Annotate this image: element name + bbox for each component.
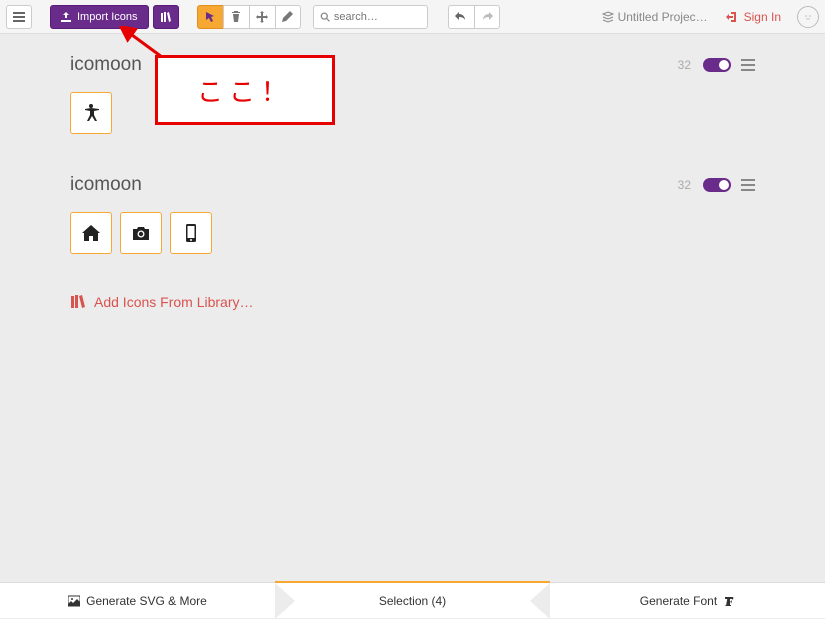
mobile-icon <box>181 223 201 243</box>
generate-svg-tab[interactable]: Generate SVG & More <box>0 583 275 618</box>
move-icon <box>256 11 268 23</box>
undo-group <box>448 5 500 29</box>
search-icon <box>320 11 330 23</box>
project-selector[interactable]: Untitled Projec… <box>596 10 714 24</box>
image-icon <box>68 595 80 607</box>
delete-tool-button[interactable] <box>223 5 249 29</box>
icon-cell-mobile[interactable] <box>170 212 212 254</box>
section-header: icomoon 32 <box>0 154 825 204</box>
stack-icon <box>602 11 614 23</box>
import-label: Import Icons <box>77 11 138 23</box>
section-count: 32 <box>678 58 691 72</box>
trash-icon <box>231 11 241 23</box>
icon-cell-home[interactable] <box>70 212 112 254</box>
move-tool-button[interactable] <box>249 5 275 29</box>
signin-label: Sign In <box>744 10 781 24</box>
font-tab-label: Generate Font <box>640 594 717 608</box>
icon-grid <box>0 204 825 274</box>
camera-icon <box>131 223 151 243</box>
search-box[interactable] <box>313 5 428 29</box>
section-toggle[interactable] <box>703 178 731 192</box>
upload-icon <box>61 12 71 22</box>
home-icon <box>81 223 101 243</box>
undo-button[interactable] <box>448 5 474 29</box>
books-icon <box>160 11 172 23</box>
undo-icon <box>455 12 467 22</box>
main-content: icomoon 32 icomoon 32 <box>0 34 825 330</box>
generate-font-tab[interactable]: Generate Font F <box>550 583 825 618</box>
icon-set-section: icomoon 32 <box>0 154 825 274</box>
library-link-label: Add Icons From Library… <box>94 294 254 310</box>
signin-button[interactable]: Sign In <box>718 10 789 24</box>
accessibility-icon <box>81 103 101 123</box>
section-toggle[interactable] <box>703 58 731 72</box>
section-title: icomoon <box>70 174 678 196</box>
import-icons-button[interactable]: Import Icons <box>50 5 149 29</box>
books-icon <box>70 295 86 309</box>
signin-icon <box>726 11 738 23</box>
project-label: Untitled Projec… <box>618 10 708 24</box>
edit-tool-button[interactable] <box>275 5 301 29</box>
pencil-icon <box>282 11 293 22</box>
selection-tab-label: Selection (4) <box>379 594 446 608</box>
add-from-library-link[interactable]: Add Icons From Library… <box>0 274 825 330</box>
font-icon: F <box>723 595 735 607</box>
redo-icon <box>481 12 493 22</box>
icon-cell-camera[interactable] <box>120 212 162 254</box>
tool-group <box>197 5 301 29</box>
selection-tab[interactable]: Selection (4) <box>275 581 550 618</box>
search-input[interactable] <box>334 11 421 23</box>
cursor-icon <box>204 11 216 23</box>
annotation-text: ここ！ <box>197 72 293 109</box>
section-count: 32 <box>678 178 691 192</box>
menu-button[interactable] <box>6 5 32 29</box>
section-menu-button[interactable] <box>741 179 755 191</box>
svg-text:F: F <box>724 595 734 607</box>
library-button[interactable] <box>153 5 179 29</box>
icon-grid <box>0 84 825 154</box>
face-icon <box>802 11 814 23</box>
account-button[interactable] <box>797 6 819 28</box>
redo-button[interactable] <box>474 5 500 29</box>
section-menu-button[interactable] <box>741 59 755 71</box>
svg-tab-label: Generate SVG & More <box>86 594 207 608</box>
bottom-bar: Generate SVG & More Selection (4) Genera… <box>0 582 825 618</box>
select-tool-button[interactable] <box>197 5 223 29</box>
icon-cell-accessibility[interactable] <box>70 92 112 134</box>
annotation-callout: ここ！ <box>155 55 335 125</box>
